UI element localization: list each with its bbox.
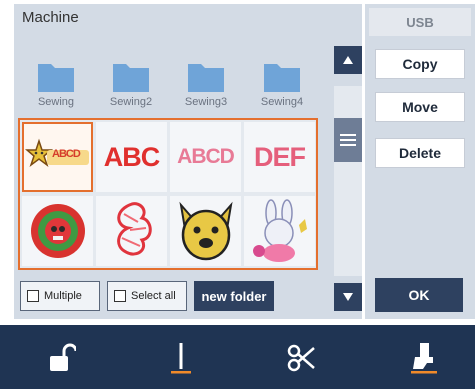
design-thumbnail[interactable] [244,196,315,266]
needle-button[interactable] [163,340,199,376]
new-folder-button[interactable]: new folder [194,281,274,311]
folder-label: Sewing3 [184,96,228,108]
presser-foot-button[interactable] [406,340,442,376]
move-button[interactable]: Move [375,92,465,122]
design-text: ABC [103,141,160,172]
folder-icon [188,64,224,92]
flower-skull-design-icon [30,204,85,258]
thread-cutter-button[interactable] [284,340,320,376]
triangle-up-icon [343,56,353,64]
folder-icon [38,64,74,92]
thread-cutter-icon [287,344,315,372]
checkbox[interactable] [27,290,39,302]
design-thumbnail[interactable] [22,196,93,266]
tab-usb[interactable]: USB [369,8,471,36]
folder-item[interactable]: Sewing3 [174,60,238,108]
folder-item[interactable]: Sewing2 [99,60,163,108]
ok-button[interactable]: OK [375,278,463,312]
folder-label: Sewing2 [109,96,153,108]
design-thumbnail[interactable] [96,196,167,266]
folder-label: Sewing4 [260,96,304,108]
unlock-button[interactable] [44,340,80,376]
folder-label: Sewing [37,96,75,108]
design-text: DEF [254,141,306,172]
design-text: ABCD [52,148,81,160]
unlock-icon [50,343,76,371]
design-thumbnail[interactable]: DEF [244,122,315,192]
scrollbar-track[interactable] [334,86,362,276]
select-all-toggle[interactable]: Select all [107,281,187,311]
checkbox[interactable] [114,290,126,302]
design-thumbnail[interactable] [170,196,241,266]
folder-item[interactable]: Sewing [24,60,88,108]
delete-button[interactable]: Delete [375,138,465,168]
design-text: ABCD [177,145,235,168]
scrollbar-thumb[interactable] [334,118,362,162]
select-all-label: Select all [131,290,176,302]
design-grid: ABCD ABC ABCD DEF [18,118,318,270]
triangle-down-icon [343,293,353,301]
scroll-down-button[interactable] [334,283,362,311]
multiple-label: Multiple [44,290,82,302]
design-thumbnail[interactable]: ABCD [22,122,93,192]
bulldog-design-icon [178,201,233,261]
page-title: Machine [22,9,79,26]
design-thumbnail[interactable]: ABCD [170,122,241,192]
dragon-design-icon [116,202,152,256]
needle-icon [171,343,191,374]
hamburger-icon [340,134,356,146]
folder-icon [113,64,149,92]
design-thumbnail[interactable]: ABC [96,122,167,192]
bunny-design-icon [252,199,307,262]
scroll-up-button[interactable] [334,46,362,74]
folder-icon [264,64,300,92]
presser-foot-icon [411,343,437,374]
multiple-select-toggle[interactable]: Multiple [20,281,100,311]
copy-button[interactable]: Copy [375,49,465,79]
folder-item[interactable]: Sewing4 [250,60,314,108]
